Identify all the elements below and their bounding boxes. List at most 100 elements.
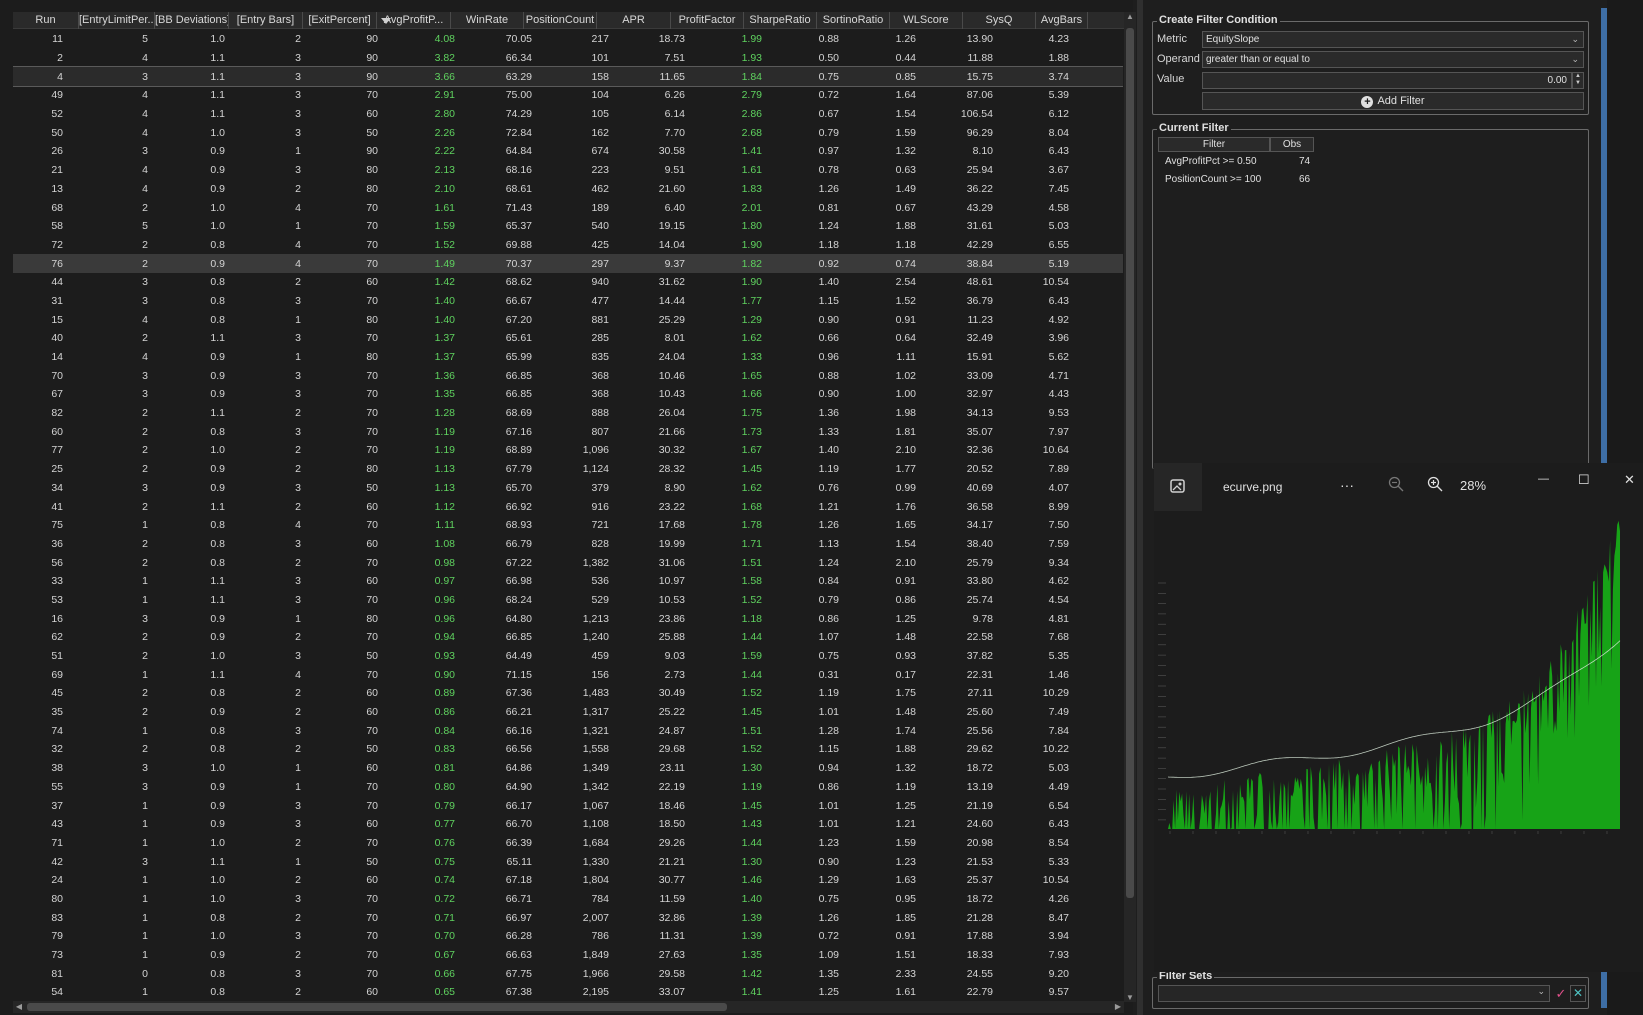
table-row[interactable]: 80 1 1.0 3 70 0.72 66.71 784 11.59 1.40 0.75 0.95 18… <box>13 890 1123 909</box>
horizontal-scroll-thumb[interactable] <box>27 1003 727 1011</box>
table-row[interactable]: 58 5 1.0 1 70 1.59 65.37 540 19.15 1.80 1.24 1.88 31… <box>13 217 1123 236</box>
table-row[interactable]: 79 1 1.0 3 70 0.70 66.28 786 11.31 1.39 0.72 0.91 17… <box>13 927 1123 946</box>
table-row[interactable]: 2 4 1.1 3 90 3.82 66.34 101 7.51 1.93 0.50 0.44 11.8… <box>13 49 1123 68</box>
column-header-7[interactable]: PositionCount <box>524 12 597 29</box>
minimize-button[interactable]: — <box>1538 473 1549 485</box>
table-row[interactable]: 26 3 0.9 1 90 2.22 64.84 674 30.58 1.41 0.97 1.32 8.… <box>13 142 1123 161</box>
column-header-8[interactable]: APR <box>597 12 671 29</box>
value-spinner[interactable]: ▲ ▼ <box>1572 72 1584 89</box>
table-row[interactable]: 14 4 0.9 1 80 1.37 65.99 835 24.04 1.33 0.96 1.11 15… <box>13 348 1123 367</box>
close-button[interactable]: ✕ <box>1624 472 1635 488</box>
table-row[interactable]: 51 2 1.0 3 50 0.93 64.49 459 9.03 1.59 0.75 0.93 37.… <box>13 647 1123 666</box>
filter-column-header[interactable]: Filter <box>1158 137 1270 152</box>
table-row[interactable]: 49 4 1.1 3 70 2.91 75.00 104 6.26 2.79 0.72 1.64 87.… <box>13 86 1123 105</box>
table-row[interactable]: 11 5 1.0 2 90 4.08 70.05 217 18.73 1.99 0.88 1.26 13… <box>13 30 1123 49</box>
table-row[interactable]: 52 4 1.1 3 60 2.80 74.29 105 6.14 2.86 0.67 1.54 106… <box>13 105 1123 124</box>
table-row[interactable]: 32 2 0.8 2 50 0.83 66.56 1,558 29.68 1.52 1.15 1.88… <box>13 740 1123 759</box>
filter-row-1-text[interactable]: AvgProfitPct >= 0.50 <box>1165 153 1257 171</box>
table-row[interactable]: 13 4 0.9 2 80 2.10 68.61 462 21.60 1.83 1.26 1.49 36… <box>13 180 1123 199</box>
vertical-scrollbar[interactable]: ▲ ▼ <box>1124 12 1136 1002</box>
table-row[interactable]: 73 1 0.9 2 70 0.67 66.63 1,849 27.63 1.35 1.09 1.51… <box>13 946 1123 965</box>
add-filter-button[interactable]: + Add Filter <box>1202 92 1584 110</box>
table-row[interactable]: 36 2 0.8 3 60 1.08 66.79 828 19.99 1.71 1.13 1.54 38… <box>13 535 1123 554</box>
vertical-scroll-thumb[interactable] <box>1126 28 1134 898</box>
column-header-12[interactable]: WLScore <box>890 12 963 29</box>
column-header-2[interactable]: [BB Deviations] <box>155 12 229 29</box>
table-row[interactable]: 81 0 0.8 3 70 0.66 67.75 1,966 29.58 1.42 1.35 2.33… <box>13 964 1123 983</box>
table-row[interactable]: 70 3 0.9 3 70 1.36 66.85 368 10.46 1.65 0.88 1.02 33… <box>13 366 1123 385</box>
table-row[interactable]: 76 2 0.9 4 70 1.49 70.37 297 9.37 1.82 0.92 0.74 38.… <box>13 254 1123 273</box>
table-row[interactable]: 53 1 1.1 3 70 0.96 68.24 529 10.53 1.52 0.79 0.86 25… <box>13 591 1123 610</box>
spin-down-icon[interactable]: ▼ <box>1573 80 1583 87</box>
column-header-1[interactable]: [EntryLimitPer... <box>79 12 155 29</box>
obs-column-header[interactable]: Obs <box>1270 137 1314 152</box>
table-cell: 5.39 <box>1048 89 1069 102</box>
column-header-11[interactable]: SortinoRatio <box>817 12 890 29</box>
table-row[interactable]: 41 2 1.1 2 60 1.12 66.92 916 23.22 1.68 1.21 1.76 36… <box>13 497 1123 516</box>
table-row[interactable]: 67 3 0.9 3 70 1.35 66.85 368 10.43 1.66 0.90 1.00 32… <box>13 385 1123 404</box>
table-row[interactable]: 72 2 0.8 4 70 1.52 69.88 425 14.04 1.90 1.18 1.18 42… <box>13 236 1123 255</box>
table-row[interactable]: 43 1 0.9 3 60 0.77 66.70 1,108 18.50 1.43 1.01 1.21… <box>13 815 1123 834</box>
table-row[interactable]: 54 1 0.8 2 60 0.65 67.38 2,195 33.07 1.41 1.25 1.61… <box>13 983 1123 997</box>
table-row[interactable]: 25 2 0.9 2 80 1.13 67.79 1,124 28.32 1.45 1.19 1.77… <box>13 460 1123 479</box>
apply-check-icon[interactable]: ✓ <box>1553 985 1569 1002</box>
table-row[interactable]: 68 2 1.0 4 70 1.61 71.43 189 6.40 2.01 0.81 0.67 43.… <box>13 198 1123 217</box>
column-header-4[interactable]: [ExitPercent] <box>303 12 377 29</box>
table-row[interactable]: 45 2 0.8 2 60 0.89 67.36 1,483 30.49 1.52 1.19 1.75… <box>13 684 1123 703</box>
maximize-button[interactable]: ☐ <box>1578 472 1590 488</box>
table-row[interactable]: 40 2 1.1 3 70 1.37 65.61 285 8.01 1.62 0.66 0.64 32.… <box>13 329 1123 348</box>
table-row[interactable]: 83 1 0.8 2 70 0.71 66.97 2,007 32.86 1.39 1.26 1.85… <box>13 908 1123 927</box>
table-cell: 66.85 <box>505 388 532 401</box>
metric-combo[interactable]: EquitySlope ⌄ <box>1202 31 1584 48</box>
table-row[interactable]: 15 4 0.8 1 80 1.40 67.20 881 25.29 1.29 0.90 0.91 11… <box>13 310 1123 329</box>
column-header-5[interactable]: AvgProfitP... <box>377 12 451 29</box>
column-header-13[interactable]: SysQ <box>963 12 1036 29</box>
table-row[interactable]: 77 2 1.0 2 70 1.19 68.89 1,096 30.32 1.67 1.40 2.10… <box>13 441 1123 460</box>
horizontal-scrollbar[interactable]: ◀ ▶ <box>13 1001 1124 1013</box>
scroll-down-icon[interactable]: ▼ <box>1124 993 1136 1002</box>
table-row[interactable]: 69 1 1.1 4 70 0.90 71.15 156 2.73 1.44 0.31 0.17 22.… <box>13 665 1123 684</box>
table-cell: 1.23 <box>895 855 916 868</box>
table-row[interactable]: 44 3 0.8 2 60 1.42 68.62 940 31.62 1.90 1.40 2.54 48… <box>13 273 1123 292</box>
value-input[interactable]: 0.00 <box>1202 72 1572 89</box>
table-row[interactable]: 82 2 1.1 2 70 1.28 68.69 888 26.04 1.75 1.36 1.98 34… <box>13 404 1123 423</box>
zoom-in-icon[interactable] <box>1427 476 1443 492</box>
filter-row-2-text[interactable]: PositionCount >= 100 <box>1165 171 1261 189</box>
scroll-up-icon[interactable]: ▲ <box>1124 12 1136 21</box>
column-header-14[interactable]: AvgBars <box>1036 12 1088 29</box>
table-row[interactable]: 31 3 0.8 3 70 1.40 66.67 477 14.44 1.77 1.15 1.52 36… <box>13 292 1123 311</box>
column-header-10[interactable]: SharpeRatio <box>744 12 817 29</box>
table-row[interactable]: 24 1 1.0 2 60 0.74 67.18 1,804 30.77 1.46 1.29 1.63… <box>13 871 1123 890</box>
table-row[interactable]: 33 1 1.1 3 60 0.97 66.98 536 10.97 1.58 0.84 0.91 33… <box>13 572 1123 591</box>
table-row[interactable]: 34 3 0.9 3 50 1.13 65.70 379 8.90 1.62 0.76 0.99 40.… <box>13 479 1123 498</box>
filter-sets-combo[interactable]: ⌄ <box>1158 985 1550 1002</box>
scroll-left-icon[interactable]: ◀ <box>13 1002 25 1011</box>
more-options-button[interactable]: ··· <box>1340 477 1354 493</box>
table-row[interactable]: 55 3 0.9 1 70 0.80 64.90 1,342 22.19 1.19 0.86 1.19… <box>13 778 1123 797</box>
table-row[interactable]: 37 1 0.9 3 70 0.79 66.17 1,067 18.46 1.45 1.01 1.25… <box>13 796 1123 815</box>
spin-up-icon[interactable]: ▲ <box>1573 73 1583 80</box>
table-row[interactable]: 62 2 0.9 2 70 0.94 66.85 1,240 25.88 1.44 1.07 1.48… <box>13 628 1123 647</box>
scroll-right-icon[interactable]: ▶ <box>1112 1002 1124 1011</box>
image-viewer-window[interactable]: ecurve.png ··· 28% — ☐ ✕ <box>1154 463 1643 972</box>
table-row[interactable]: 21 4 0.9 3 80 2.13 68.16 223 9.51 1.61 0.78 0.63 25.… <box>13 161 1123 180</box>
column-header-3[interactable]: [Entry Bars] <box>229 12 303 29</box>
column-header-9[interactable]: ProfitFactor <box>671 12 744 29</box>
column-header-6[interactable]: WinRate <box>451 12 524 29</box>
zoom-out-icon[interactable] <box>1388 476 1404 492</box>
delete-x-icon[interactable]: ✕ <box>1570 985 1586 1002</box>
table-row[interactable]: 38 3 1.0 1 60 0.81 64.86 1,349 23.11 1.30 0.94 1.32… <box>13 759 1123 778</box>
table-row[interactable]: 4 3 1.1 3 90 3.66 63.29 158 11.65 1.84 0.75 0.85 15.… <box>13 66 1123 88</box>
table-row[interactable]: 74 1 0.8 3 70 0.84 66.16 1,321 24.87 1.51 1.28 1.74… <box>13 721 1123 740</box>
table-row[interactable]: 50 4 1.0 3 50 2.26 72.84 162 7.70 2.68 0.79 1.59 96.… <box>13 123 1123 142</box>
table-row[interactable]: 56 2 0.8 2 70 0.98 67.22 1,382 31.06 1.51 1.24 2.10… <box>13 553 1123 572</box>
table-row[interactable]: 75 1 0.8 4 70 1.11 68.93 721 17.68 1.78 1.26 1.65 34… <box>13 516 1123 535</box>
table-row[interactable]: 42 3 1.1 1 50 0.75 65.11 1,330 21.21 1.30 0.90 1.23… <box>13 852 1123 871</box>
column-header-0[interactable]: Run <box>13 12 79 29</box>
operand-combo[interactable]: greater than or equal to ⌄ <box>1202 51 1584 68</box>
table-row[interactable]: 16 3 0.9 1 80 0.96 64.80 1,213 23.86 1.18 0.86 1.25… <box>13 609 1123 628</box>
table-row[interactable]: 60 2 0.8 3 70 1.19 67.16 807 21.66 1.73 1.33 1.81 35… <box>13 422 1123 441</box>
table-row[interactable]: 71 1 1.0 2 70 0.76 66.39 1,684 29.26 1.44 1.23 1.59… <box>13 834 1123 853</box>
table-row[interactable]: 35 2 0.9 2 60 0.86 66.21 1,317 25.22 1.45 1.01 1.48… <box>13 703 1123 722</box>
image-app-icon[interactable] <box>1154 463 1202 511</box>
